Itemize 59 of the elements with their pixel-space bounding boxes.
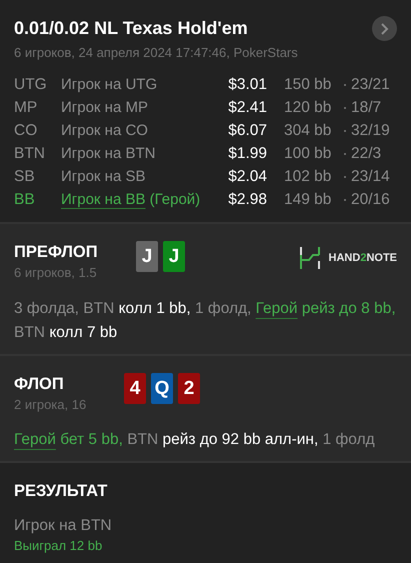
playing-card: J [136,241,158,272]
street-subtitle: 6 игроков, 1.5 [14,265,98,280]
position-label: MP [14,98,38,118]
hero-tag: (Герой) [150,191,200,208]
player-name: Игрок на UTG [61,76,158,93]
hand-subtitle: 6 игроков, 24 апреля 2024 17:47:46, PokerStars [14,45,298,60]
action-summary: Герой бет 5 bb, BTN рейз до 92 bb алл-ин, 1 фолд [14,430,376,450]
playing-card: 4 [124,373,146,404]
player-stats: 23/21 [351,75,391,95]
stack-bb: 120 bb [283,98,332,118]
playing-card: Q [151,373,173,404]
stack-amount: $2.04 [227,167,267,187]
winner-name: Игрок на BTN [14,517,113,535]
stack-bb: 304 bb [283,121,332,141]
logo-icon [298,247,321,269]
hero-link[interactable]: Герой [14,431,56,448]
chevron-right-icon [380,22,389,34]
position-label: BB [14,190,36,210]
player-name: Игрок на CO [61,122,148,139]
separator-dot-icon [344,106,346,108]
stack-bb: 150 bb [283,75,332,95]
position-label: SB [14,167,36,187]
player-link[interactable]: Игрок на BB [61,191,146,208]
stack-bb: 149 bb [283,190,332,210]
stack-amount: $3.01 [227,75,267,95]
separator-dot-icon [344,176,346,178]
hand-title: 0.01/0.02 NL Texas Hold'em [14,18,249,39]
stack-bb: 102 bb [283,167,332,187]
playing-card: 2 [178,373,200,404]
stack-amount: $2.98 [227,190,267,210]
separator-dot-icon [344,130,346,132]
player-stats: 22/3 [351,144,382,164]
hero-link[interactable]: Герой [256,300,298,317]
position-label: CO [14,121,38,141]
player-stats: 23/14 [351,167,391,187]
stack-amount: $1.99 [227,144,267,164]
stack-bb: 100 bb [283,144,332,164]
street-title: ФЛОП [14,375,65,394]
player-stats: 32/19 [351,121,391,141]
separator-dot-icon [344,84,346,86]
player-name: Игрок на BTN [61,145,156,162]
win-amount: Выиграл 12 bb [14,538,104,553]
separator-dot-icon [344,152,346,154]
stack-amount: $2.41 [227,98,267,118]
player-name: Игрок на MP [61,99,148,116]
result-title: РЕЗУЛЬТАТ [14,482,108,501]
position-label: UTG [14,75,48,95]
logo-text: HAND2NOTE [328,252,397,264]
stack-amount: $6.07 [227,121,267,141]
position-label: BTN [14,144,46,164]
playing-card: J [163,241,185,272]
player-stats: 18/7 [351,98,382,118]
player-name: Игрок на SB [61,168,146,185]
next-button[interactable] [372,16,397,41]
player-stats: 20/16 [351,190,391,210]
separator-dot-icon [344,198,346,200]
action-summary: 3 фолда, BTN колл 1 bb, 1 фолд, Герой рейз до 8 bb, BTN колл 7 bb [14,299,397,343]
street-subtitle: 2 игрока, 16 [14,397,88,412]
street-title: ПРЕФЛОП [14,243,99,262]
